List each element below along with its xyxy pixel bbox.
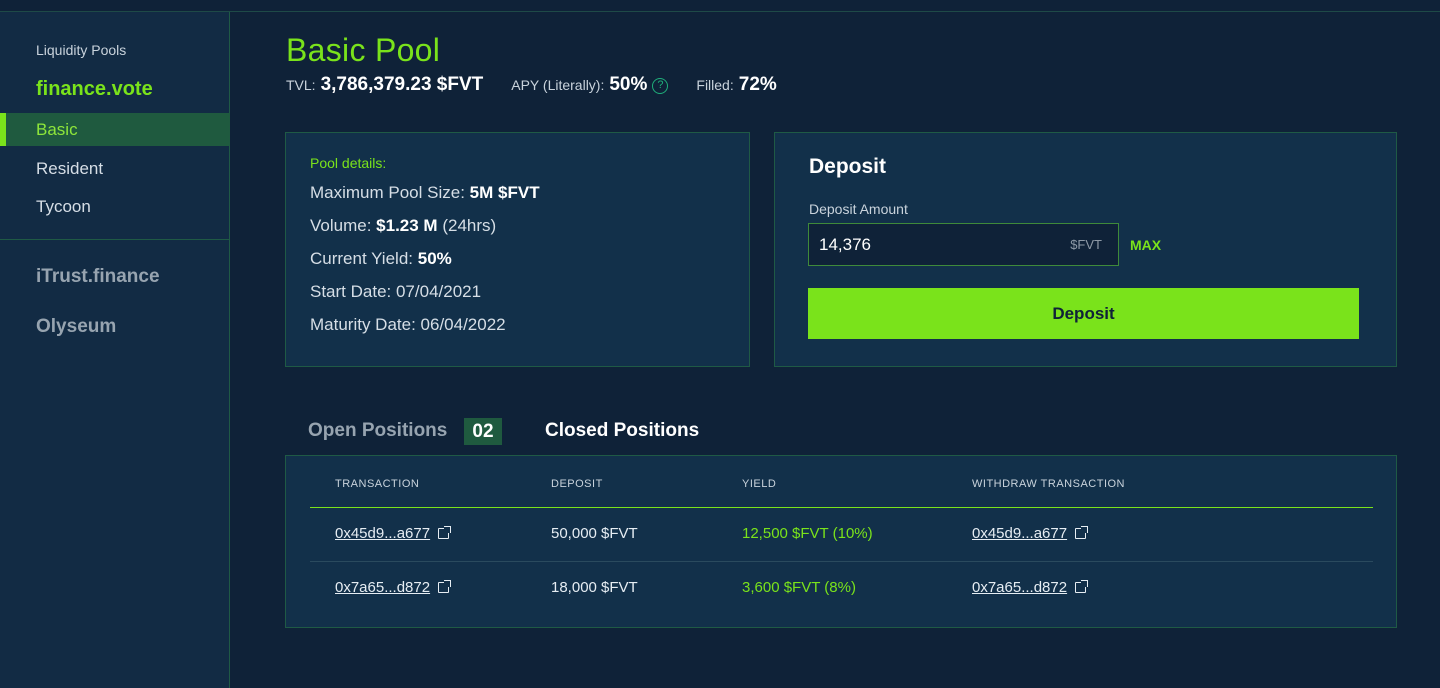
sidebar-divider: [0, 239, 230, 240]
filled-value: 72%: [738, 74, 777, 95]
table-row-1-deposit: 50,000 $FVT: [551, 525, 638, 542]
volume-row: Volume: $1.23 M (24hrs): [310, 216, 496, 236]
volume-label: Volume:: [310, 216, 372, 235]
table-row-2-deposit: 18,000 $FVT: [551, 579, 638, 596]
table-row-2-yield: 3,600 $FVT (8%): [742, 579, 856, 596]
table-row-1-yield: 12,500 $FVT (10%): [742, 525, 873, 542]
top-bar: [0, 0, 1440, 12]
deposit-button[interactable]: Deposit: [808, 288, 1359, 339]
max-pool-size-label: Maximum Pool Size:: [310, 183, 465, 202]
max-pool-size-value: 5M $FVT: [469, 183, 540, 202]
positions-table: TRANSACTION DEPOSIT YIELD WITHDRAW TRANS…: [285, 455, 1397, 628]
tab-open-positions[interactable]: Open Positions: [308, 420, 447, 442]
volume-value: $1.23 M: [376, 216, 438, 235]
current-yield-label: Current Yield:: [310, 249, 413, 268]
max-button[interactable]: MAX: [1130, 237, 1161, 253]
volume-period: (24hrs): [442, 216, 497, 235]
column-header-transaction: TRANSACTION: [335, 478, 420, 490]
max-pool-size-row: Maximum Pool Size: 5M $FVT: [310, 183, 540, 203]
sidebar: Liquidity Pools finance.vote Basic Resid…: [0, 12, 230, 688]
transaction-link[interactable]: 0x45d9...a677: [335, 525, 430, 542]
maturity-date: Maturity Date: 06/04/2022: [310, 315, 506, 334]
apy-value: 50%: [609, 74, 648, 95]
external-link-icon[interactable]: [438, 526, 452, 539]
pool-details-card: Pool details: Maximum Pool Size: 5M $FVT…: [285, 132, 750, 367]
apy-label: APY (Literally):: [511, 77, 605, 93]
current-yield-value: 50%: [417, 249, 452, 268]
help-icon[interactable]: ?: [652, 78, 669, 94]
deposit-title: Deposit: [809, 155, 887, 178]
start-date: Start Date: 07/04/2021: [310, 282, 482, 301]
sidebar-project-itrust[interactable]: iTrust.finance: [36, 266, 160, 288]
deposit-unit: $FVT: [1070, 237, 1102, 252]
table-row-2-withdraw: 0x7a65...d872: [972, 579, 1089, 596]
external-link-icon[interactable]: [1075, 526, 1089, 539]
table-row-2-transaction: 0x7a65...d872: [335, 579, 452, 596]
header-divider: [310, 507, 1373, 508]
sidebar-project-finance-vote[interactable]: finance.vote: [36, 78, 153, 101]
column-header-withdraw-transaction: WITHDRAW TRANSACTION: [972, 478, 1125, 490]
deposit-amount-input[interactable]: [809, 224, 1049, 265]
pool-stats: TVL: 3,786,379.23 $FVT APY (Literally): …: [286, 74, 777, 100]
sidebar-item-resident[interactable]: Resident: [0, 152, 230, 185]
deposit-amount-label: Deposit Amount: [809, 201, 908, 217]
external-link-icon[interactable]: [438, 580, 452, 593]
row-divider: [310, 561, 1373, 562]
column-header-deposit: DEPOSIT: [551, 478, 603, 490]
open-positions-count-badge: 02: [464, 418, 502, 445]
sidebar-heading: Liquidity Pools: [36, 42, 127, 58]
sidebar-item-basic[interactable]: Basic: [0, 113, 230, 146]
table-row-1-withdraw: 0x45d9...a677: [972, 525, 1089, 542]
transaction-link[interactable]: 0x7a65...d872: [335, 579, 430, 596]
pool-details-label: Pool details:: [310, 155, 387, 171]
deposit-card: Deposit Deposit Amount $FVT MAX Deposit: [774, 132, 1397, 367]
deposit-amount-field: $FVT: [808, 223, 1119, 266]
sidebar-project-olyseum[interactable]: Olyseum: [36, 316, 116, 338]
column-header-yield: YIELD: [742, 478, 777, 490]
filled-label: Filled:: [696, 77, 734, 93]
page-title: Basic Pool: [286, 32, 441, 68]
table-row-1-transaction: 0x45d9...a677: [335, 525, 452, 542]
sidebar-item-tycoon[interactable]: Tycoon: [0, 190, 230, 223]
tvl-label: TVL:: [286, 77, 316, 93]
withdraw-transaction-link[interactable]: 0x7a65...d872: [972, 579, 1067, 596]
current-yield-row: Current Yield: 50%: [310, 249, 452, 269]
withdraw-transaction-link[interactable]: 0x45d9...a677: [972, 525, 1067, 542]
tab-closed-positions[interactable]: Closed Positions: [545, 420, 699, 442]
external-link-icon[interactable]: [1075, 580, 1089, 593]
tvl-value: 3,786,379.23 $FVT: [320, 74, 484, 95]
